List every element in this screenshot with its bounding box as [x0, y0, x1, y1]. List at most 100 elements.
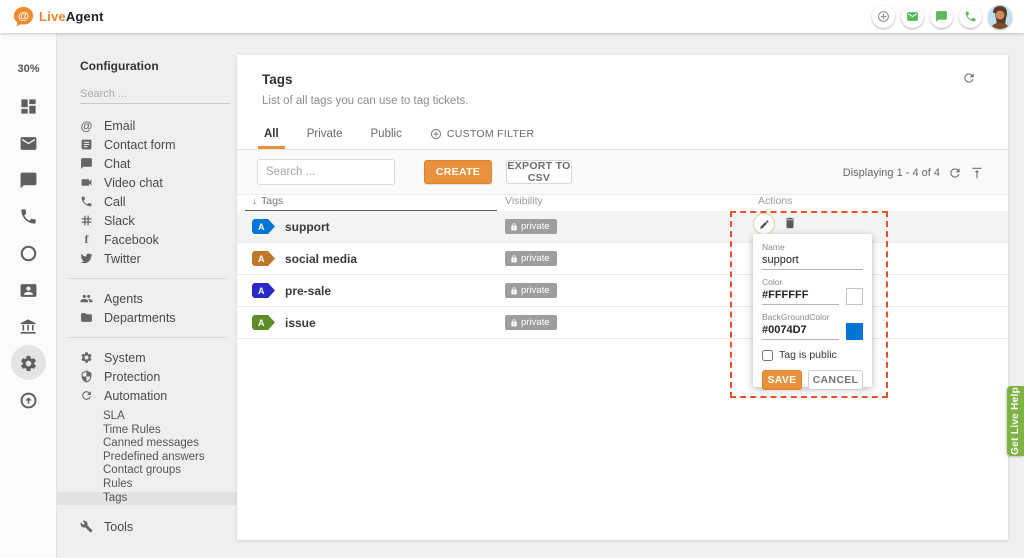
table-row-support[interactable]: A support private [237, 211, 1008, 243]
sidebar-subitem-canned-messages[interactable]: Canned messages [57, 437, 237, 451]
color-input[interactable]: #FFFFFF [762, 287, 839, 305]
refresh-list-button[interactable] [948, 166, 962, 180]
phone-icon [19, 207, 38, 226]
sidebar-subitem-time-rules[interactable]: Time Rules [57, 424, 237, 438]
save-button[interactable]: SAVE [762, 370, 802, 390]
chats-button[interactable] [930, 5, 953, 28]
sidebar-subitem-predefined-answers[interactable]: Predefined answers [57, 451, 237, 465]
column-tags[interactable]: ↓ Tags [252, 195, 283, 207]
refresh-button[interactable] [962, 71, 976, 90]
table-row-pre-sale[interactable]: A pre-sale private [237, 275, 1008, 307]
header-actions [872, 0, 1012, 33]
sidebar-item-email[interactable]: @ Email [57, 116, 237, 135]
refresh-icon [948, 166, 962, 180]
delete-tag-button[interactable] [783, 216, 797, 230]
color-swatch[interactable] [846, 288, 863, 305]
avatar-image [988, 5, 1012, 29]
lock-icon [510, 319, 518, 327]
sidebar-item-chat[interactable]: Chat [57, 154, 237, 173]
create-button[interactable]: CREATE [424, 160, 492, 184]
rail-item-tickets[interactable] [0, 131, 57, 155]
sidebar-item-call[interactable]: Call [57, 192, 237, 211]
tag-is-public-checkbox[interactable] [762, 350, 773, 361]
sidebar-item-departments[interactable]: Departments [57, 308, 237, 327]
sidebar-subitem-contact-groups[interactable]: Contact groups [57, 464, 237, 478]
calls-button[interactable] [959, 5, 982, 28]
lock-icon [510, 255, 518, 263]
liveagent-logo[interactable]: @ LiveAgent [13, 6, 104, 27]
edit-tag-button[interactable] [753, 213, 775, 235]
background-color-swatch[interactable] [846, 323, 863, 340]
scroll-top-button[interactable] [970, 166, 984, 180]
table-row-social-media[interactable]: A social media private [237, 243, 1008, 275]
trash-icon [783, 216, 797, 230]
sidebar-item-slack[interactable]: Slack [57, 211, 237, 230]
rail-item-contacts[interactable] [0, 278, 57, 302]
rail-item-call[interactable] [0, 204, 57, 228]
name-input[interactable]: support [762, 252, 863, 270]
toolbar-right: Displaying 1 - 4 of 4 [843, 150, 984, 195]
background-color-input[interactable]: #0074D7 [762, 322, 839, 340]
dashboard-grid-icon [19, 97, 38, 116]
facebook-icon: f [80, 232, 93, 247]
sidebar-item-label: Call [104, 195, 126, 209]
tag-name: issue [285, 316, 316, 330]
rail-item-settings[interactable] [0, 351, 57, 375]
column-label: Tags [261, 195, 283, 207]
form-icon [80, 138, 93, 151]
sidebar-subitem-tags[interactable]: Tags [57, 492, 237, 506]
phone-icon [80, 195, 93, 208]
envelope-icon [19, 134, 38, 153]
sidebar-item-contact-form[interactable]: Contact form [57, 135, 237, 154]
sidebar-item-label: Automation [104, 389, 167, 403]
tags-search-input[interactable] [257, 159, 395, 185]
emails-button[interactable] [901, 5, 924, 28]
export-csv-button[interactable]: EXPORT TO CSV [506, 160, 572, 184]
sidebar-item-protection[interactable]: Protection [57, 367, 237, 386]
plus-circle-icon [877, 10, 890, 23]
configuration-sidebar: Configuration @ Email Contact form Chat … [57, 33, 237, 558]
gear-icon [19, 354, 38, 373]
slack-icon [80, 214, 93, 227]
table-row-issue[interactable]: A issue private [237, 307, 1008, 339]
sidebar-item-video-chat[interactable]: Video chat [57, 173, 237, 192]
lock-icon [510, 287, 518, 295]
displaying-count: Displaying 1 - 4 of 4 [843, 167, 940, 179]
usage-percent: 30% [0, 63, 57, 75]
sidebar-item-facebook[interactable]: f Facebook [57, 230, 237, 249]
tag-is-public-label: Tag is public [779, 349, 837, 361]
rail-item-addons[interactable] [0, 388, 57, 412]
user-avatar[interactable] [988, 5, 1012, 29]
get-live-help-tab[interactable]: Get Live Help [1007, 386, 1024, 456]
rail-item-company[interactable] [0, 314, 57, 338]
chat-bubble-icon [19, 171, 38, 190]
sidebar-search-input[interactable] [80, 85, 230, 104]
visibility-label: private [521, 317, 550, 328]
rail-item-time[interactable] [0, 241, 57, 265]
sidebar-item-system[interactable]: System [57, 348, 237, 367]
column-visibility[interactable]: Visibility [505, 195, 543, 207]
sidebar-item-twitter[interactable]: Twitter [57, 249, 237, 268]
tab-label: Public [371, 128, 402, 140]
rail-item-chat[interactable] [0, 168, 57, 192]
sidebar-item-label: Agents [104, 292, 143, 306]
sidebar-item-automation[interactable]: Automation [57, 386, 237, 405]
name-label: Name [762, 242, 863, 252]
tab-private[interactable]: Private [293, 119, 357, 149]
tag-name: support [285, 220, 330, 234]
tab-public[interactable]: Public [357, 119, 416, 149]
sidebar-item-tools[interactable]: Tools [57, 517, 237, 536]
add-new-button[interactable] [872, 5, 895, 28]
tab-all[interactable]: All [250, 119, 293, 149]
cancel-button[interactable]: CANCEL [808, 370, 863, 390]
sidebar-item-agents[interactable]: Agents [57, 289, 237, 308]
tab-label: All [264, 128, 279, 140]
sidebar-subitem-sla[interactable]: SLA [57, 410, 237, 424]
rail-item-dashboard[interactable] [0, 94, 57, 118]
org-menu: Agents Departments [57, 289, 237, 327]
automation-submenu: SLA Time Rules Canned messages Predefine… [57, 410, 237, 505]
sidebar-subitem-rules[interactable]: Rules [57, 478, 237, 492]
tab-custom-filter[interactable]: CUSTOM FILTER [416, 119, 549, 149]
people-icon [80, 292, 93, 305]
phone-icon [964, 10, 977, 23]
